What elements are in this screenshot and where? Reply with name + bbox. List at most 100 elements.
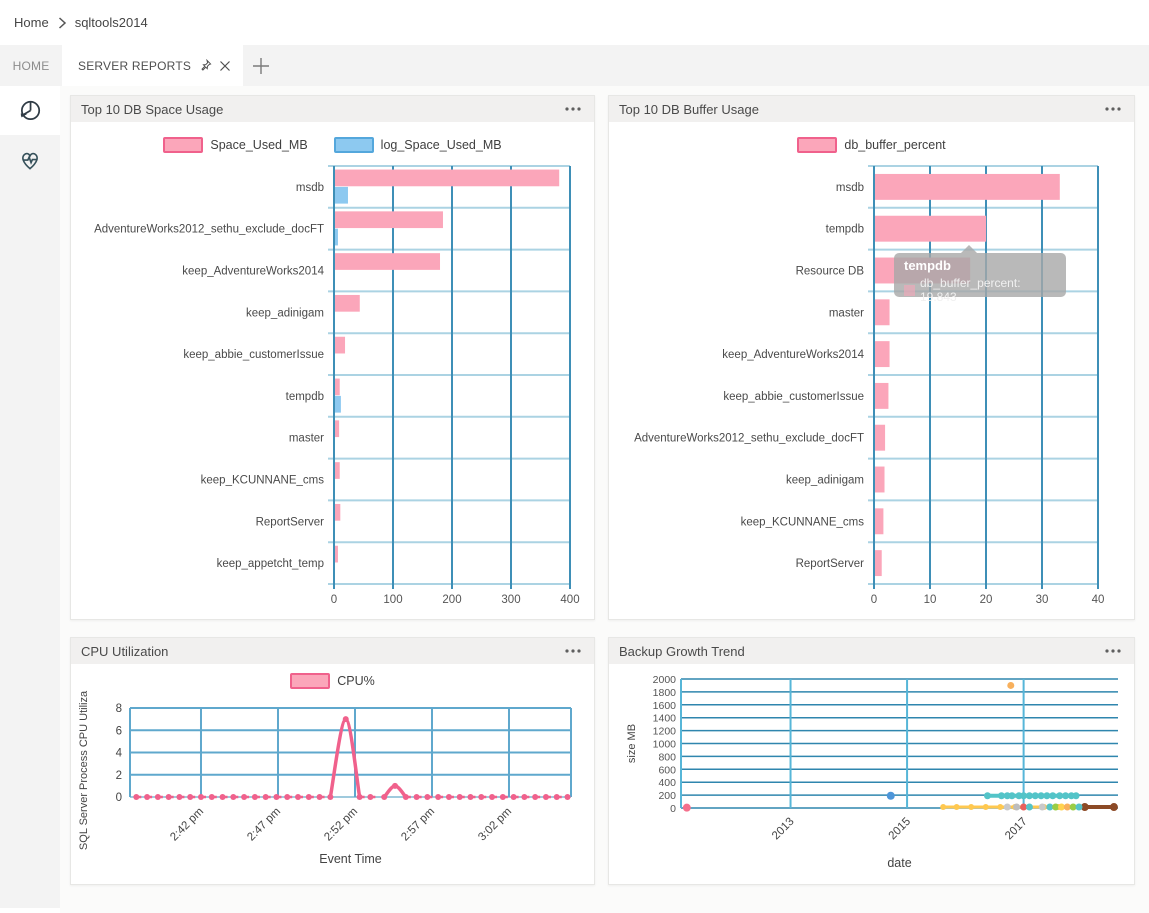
sidebar (0, 86, 60, 908)
legend-item[interactable]: db_buffer_percent (797, 137, 945, 153)
chart-backup: 0200400600800100012001400160018002000201… (609, 664, 1134, 884)
scatter-chart-svg: 0200400600800100012001400160018002000201… (609, 664, 1134, 884)
breadcrumb: Home sqltools2014 (0, 0, 1149, 45)
svg-text:keep_abbie_customerIssue: keep_abbie_customerIssue (723, 391, 864, 403)
svg-text:msdb: msdb (296, 182, 324, 194)
svg-text:1800: 1800 (653, 687, 677, 699)
svg-text:Event Time: Event Time (319, 852, 382, 866)
svg-text:keep_KCUNNANE_cms: keep_KCUNNANE_cms (741, 516, 865, 528)
svg-text:1000: 1000 (653, 739, 677, 751)
widget-header: Backup Growth Trend (609, 638, 1134, 664)
svg-text:size MB: size MB (626, 724, 638, 763)
svg-text:200: 200 (658, 790, 676, 802)
svg-text:keep_abbie_customerIssue: keep_abbie_customerIssue (183, 349, 324, 361)
svg-text:1400: 1400 (653, 713, 677, 725)
svg-text:8: 8 (116, 703, 122, 715)
svg-text:1200: 1200 (653, 726, 677, 738)
pie-chart-icon (17, 98, 43, 124)
breadcrumb-current: sqltools2014 (75, 15, 148, 30)
widget-db-buffer-usage: Top 10 DB Buffer Usage db_buffer_percent… (608, 95, 1135, 620)
svg-text:2:57 pm: 2:57 pm (399, 806, 437, 844)
svg-text:SQL Server Process CPU Utiliza: SQL Server Process CPU Utiliza (78, 690, 90, 850)
svg-text:keep_KCUNNANE_cms: keep_KCUNNANE_cms (201, 475, 325, 487)
svg-text:0: 0 (116, 792, 122, 804)
tab-bar: HOME SERVER REPORTS (0, 45, 1149, 86)
pin-icon[interactable] (198, 59, 212, 73)
breadcrumb-home-link[interactable]: Home (14, 15, 49, 30)
svg-text:30: 30 (1036, 594, 1049, 606)
ellipsis-icon[interactable] (1102, 104, 1124, 114)
legend: Space_Used_MB log_Space_Used_MB (71, 137, 594, 153)
svg-text:2:47 pm: 2:47 pm (245, 806, 283, 844)
barh-chart-svg: 010203040msdbtempdbResource DBmasterkeep… (609, 122, 1134, 619)
widget-db-space-usage: Top 10 DB Space Usage Space_Used_MB log_… (70, 95, 595, 620)
new-tab-button[interactable] (243, 45, 279, 86)
widget-title: Top 10 DB Buffer Usage (619, 102, 759, 117)
legend: CPU% (71, 673, 594, 689)
svg-text:ReportServer: ReportServer (796, 558, 865, 570)
svg-text:3:02 pm: 3:02 pm (476, 806, 514, 844)
svg-text:4: 4 (116, 748, 123, 760)
svg-text:AdventureWorks2012_sethu_exclu: AdventureWorks2012_sethu_exclude_docFT (94, 224, 324, 236)
svg-text:master: master (829, 307, 864, 319)
svg-text:200: 200 (442, 594, 461, 606)
tab-server-reports[interactable]: SERVER REPORTS (62, 45, 243, 86)
svg-text:2013: 2013 (770, 816, 797, 843)
svg-text:20: 20 (980, 594, 993, 606)
svg-text:40: 40 (1092, 594, 1105, 606)
legend-swatch (290, 673, 330, 689)
svg-text:2015: 2015 (887, 816, 914, 843)
tab-home[interactable]: HOME (0, 45, 62, 86)
tooltip-title: tempdb (904, 258, 1056, 273)
svg-text:keep_adinigam: keep_adinigam (786, 475, 864, 487)
sidebar-item-reports[interactable] (0, 86, 60, 135)
svg-text:2: 2 (116, 770, 122, 782)
svg-text:master: master (289, 433, 324, 445)
svg-text:tempdb: tempdb (826, 224, 864, 236)
close-icon[interactable] (219, 60, 231, 72)
legend-swatch (797, 137, 837, 153)
chart-buffer-usage: db_buffer_percent 010203040msdbtempdbRes… (609, 122, 1134, 619)
legend-item[interactable]: Space_Used_MB (163, 137, 307, 153)
ellipsis-icon[interactable] (562, 104, 584, 114)
svg-text:AdventureWorks2012_sethu_exclu: AdventureWorks2012_sethu_exclude_docFT (634, 433, 864, 445)
chart-space-usage: Space_Used_MB log_Space_Used_MB 01002003… (71, 122, 594, 619)
tab-server-reports-label: SERVER REPORTS (78, 59, 191, 73)
chart-tooltip: tempdb db_buffer_percent: 19.843 (894, 253, 1066, 297)
chart-cpu: CPU% 024682:42 pm2:47 pm2:52 pm2:57 pm3:… (71, 664, 594, 884)
svg-text:2000: 2000 (653, 674, 677, 686)
svg-text:10: 10 (924, 594, 937, 606)
heart-pulse-icon (17, 147, 43, 173)
widget-title: Backup Growth Trend (619, 644, 745, 659)
chevron-right-icon (56, 16, 68, 30)
svg-text:keep_AdventureWorks2014: keep_AdventureWorks2014 (182, 266, 324, 278)
legend-item[interactable]: CPU% (290, 673, 375, 689)
ellipsis-icon[interactable] (562, 646, 584, 656)
ellipsis-icon[interactable] (1102, 646, 1124, 656)
legend-label: db_buffer_percent (844, 138, 945, 152)
svg-text:keep_adinigam: keep_adinigam (246, 307, 324, 319)
barh-chart-svg: 0100200300400msdbAdventureWorks2012_seth… (71, 122, 594, 619)
dashboard-content: Top 10 DB Space Usage Space_Used_MB log_… (60, 86, 1149, 913)
legend-swatch (163, 137, 203, 153)
svg-text:600: 600 (658, 764, 676, 776)
svg-text:2:42 pm: 2:42 pm (168, 806, 206, 844)
svg-text:Resource DB: Resource DB (796, 266, 865, 278)
svg-text:msdb: msdb (836, 182, 864, 194)
svg-text:2:52 pm: 2:52 pm (322, 806, 360, 844)
svg-text:ReportServer: ReportServer (256, 516, 325, 528)
widget-title: CPU Utilization (81, 644, 168, 659)
legend-label: Space_Used_MB (210, 138, 307, 152)
legend-label: log_Space_Used_MB (381, 138, 502, 152)
widget-header: Top 10 DB Buffer Usage (609, 96, 1134, 122)
tooltip-swatch (904, 285, 915, 296)
sidebar-item-health[interactable] (0, 135, 60, 184)
widget-header: CPU Utilization (71, 638, 594, 664)
legend-swatch (334, 137, 374, 153)
widget-header: Top 10 DB Space Usage (71, 96, 594, 122)
legend-item[interactable]: log_Space_Used_MB (334, 137, 502, 153)
svg-text:keep_AdventureWorks2014: keep_AdventureWorks2014 (722, 349, 864, 361)
svg-text:1600: 1600 (653, 700, 677, 712)
svg-text:0: 0 (670, 803, 676, 815)
svg-text:keep_appetcht_temp: keep_appetcht_temp (217, 558, 324, 570)
